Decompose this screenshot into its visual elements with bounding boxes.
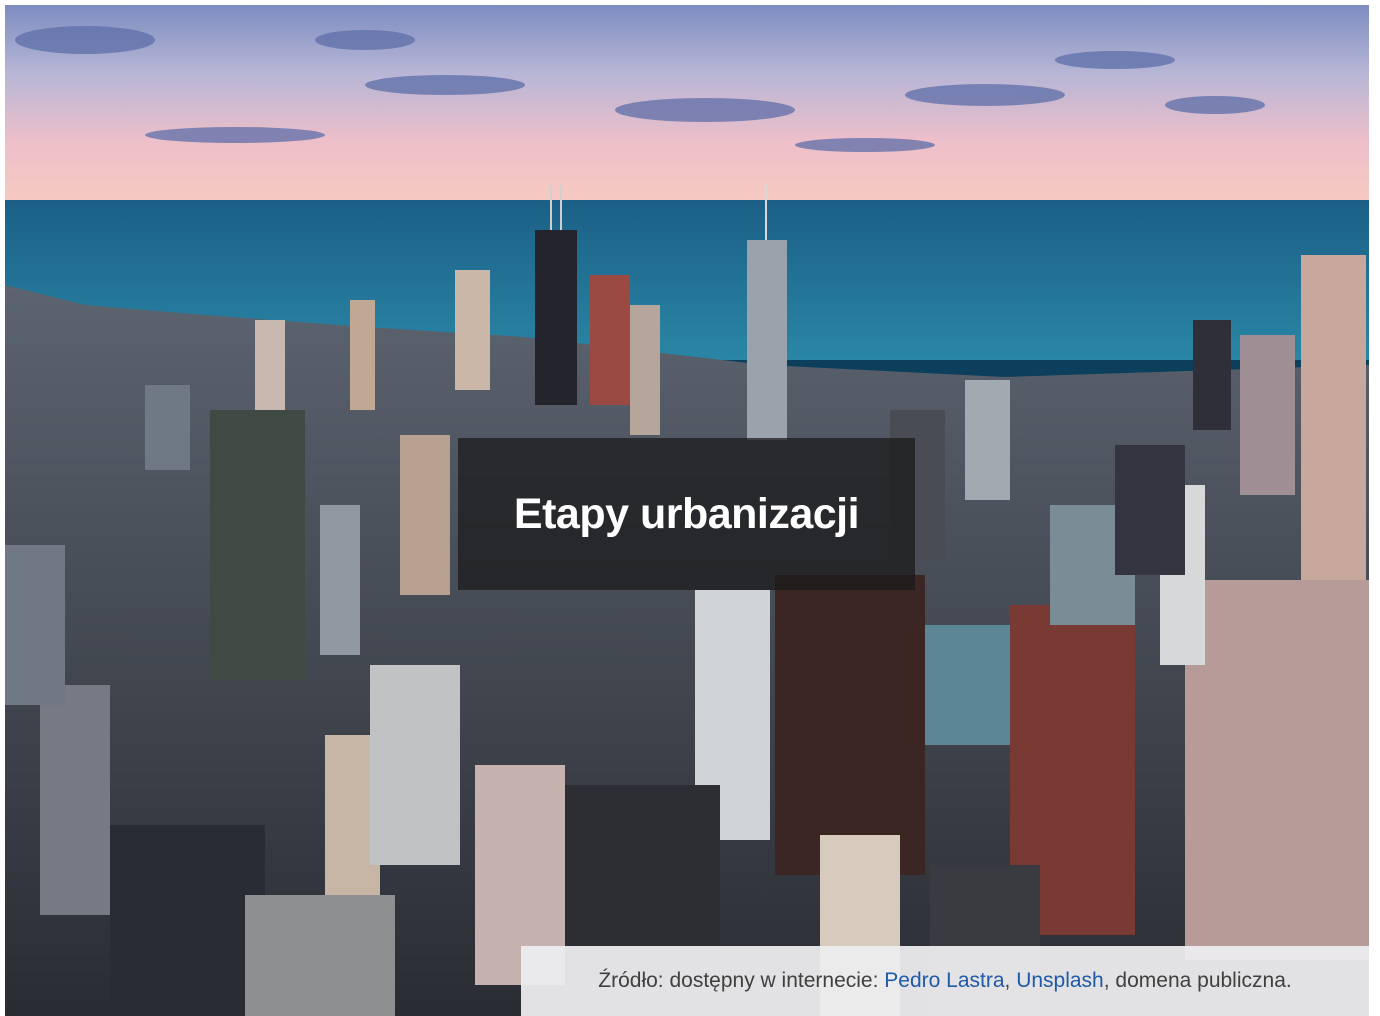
source-caption-text: Źródło: dostępny w internecie: Pedro Las… [598,969,1291,993]
unsplash-link[interactable]: Unsplash [1016,969,1104,992]
source-prefix: Źródło: dostępny w internecie: [598,969,885,992]
title-overlay: Etapy urbanizacji [458,438,915,590]
hero-image-frame: Etapy urbanizacji Źródło: dostępny w int… [5,5,1369,1016]
source-separator: , [1004,969,1017,992]
page-title: Etapy urbanizacji [513,489,860,538]
author-link[interactable]: Pedro Lastra [884,969,1004,992]
source-suffix: , domena publiczna. [1103,969,1292,992]
source-caption: Źródło: dostępny w internecie: Pedro Las… [521,946,1369,1016]
